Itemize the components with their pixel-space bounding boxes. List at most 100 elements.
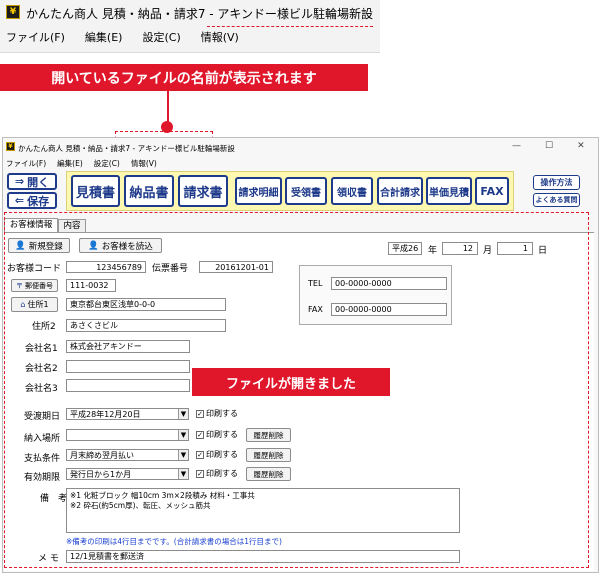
company2-label: 会社名2 (25, 364, 58, 374)
window-controls: — ☐ ✕ (512, 141, 585, 151)
remarks-label: 備 考 (40, 494, 68, 504)
maximize-icon[interactable]: ☐ (545, 141, 553, 151)
memo-label: メ モ (38, 554, 59, 564)
unit-price-quote-button[interactable]: 単価見積 (426, 177, 472, 205)
open-label: 開く (27, 175, 50, 189)
postal-code-field[interactable]: 111-0032 (66, 279, 116, 292)
customer-code-field[interactable]: 123456789 (66, 261, 146, 273)
delivery-place-select[interactable]: ▼ (66, 429, 189, 441)
company3-label: 会社名3 (25, 384, 58, 394)
slip-number-field[interactable]: 20161201-01 (199, 261, 273, 273)
fax-button[interactable]: FAX (475, 177, 509, 205)
help-button[interactable]: 操作方法 (533, 175, 580, 190)
zoom-menu: ファイル(F) 編集(E) 設定(C) 情報(V) (6, 29, 239, 45)
expiry-select[interactable]: 発行日から1か月 ▼ (66, 468, 189, 480)
invoice-detail-button[interactable]: 請求明細 (235, 177, 282, 205)
remarks-line: ※2 砕石(約5cm厚)、転圧、メッシュ筋共 (70, 501, 211, 510)
zoom-menu-settings[interactable]: 設定(C) (142, 29, 180, 45)
total-invoice-button[interactable]: 合計請求 (377, 177, 423, 205)
tel-field[interactable]: 00-0000-0000 (331, 277, 447, 290)
save-button[interactable]: ⇐ 保存 (7, 192, 57, 209)
postal-code-button[interactable]: 〒 郵便番号 (11, 279, 58, 292)
day-label: 日 (538, 246, 548, 256)
company1-field[interactable]: 株式会社アキンドー (66, 340, 190, 353)
memo-field[interactable]: 12/1見積書を郵送済 (66, 550, 460, 563)
receipt-ack-button[interactable]: 受領書 (285, 177, 327, 205)
banner-middle: ファイルが開きました (192, 368, 390, 396)
postal-code-label: 郵便番号 (25, 281, 53, 290)
month-value: 12 (462, 244, 473, 253)
delivery-button[interactable]: 納品書 (124, 175, 174, 207)
history-delete-button[interactable]: 履歴削除 (246, 467, 291, 481)
payment-terms-value: 月末締め翌月払い (70, 450, 134, 460)
quote-button[interactable]: 見積書 (71, 175, 120, 207)
chevron-down-icon[interactable]: ▼ (178, 469, 188, 479)
tel-label: TEL (308, 279, 323, 288)
contact-box (299, 265, 452, 325)
fax-field[interactable]: 00-0000-0000 (331, 303, 447, 316)
address2-label: 住所2 (32, 322, 56, 332)
customer-code-value: 123456789 (96, 262, 142, 272)
delivery-date-select[interactable]: 平成28年12月20日 ▼ (66, 408, 189, 420)
postal-icon: 〒 (16, 281, 23, 290)
company2-field[interactable] (66, 360, 190, 373)
close-icon[interactable]: ✕ (577, 141, 585, 151)
address1-button[interactable]: ⌂ 住所1 (11, 297, 58, 312)
print-checkbox[interactable]: ✓ (196, 410, 204, 418)
company3-field[interactable] (66, 379, 190, 392)
zoom-window-title: かんたん商人 見積・納品・請求7 - アキンドー様ビル駐輪場新設 (26, 7, 374, 21)
address2-field[interactable]: あさくさビル (66, 319, 226, 332)
new-register-label: 新規登録 (28, 241, 63, 252)
person-icon: 👤 (88, 240, 99, 251)
open-icon: ⇒ (14, 175, 25, 188)
zoom-menu-info[interactable]: 情報(V) (201, 29, 239, 45)
print-checkbox[interactable]: ✓ (196, 451, 204, 459)
history-delete-button[interactable]: 履歴削除 (246, 428, 291, 442)
menu-settings[interactable]: 設定(C) (94, 158, 120, 169)
banner-top-text: 開いているファイルの名前が表示されます (51, 70, 317, 87)
menu-info[interactable]: 情報(V) (131, 158, 157, 169)
print-label: 印刷する (206, 409, 238, 418)
print-label: 印刷する (206, 450, 238, 459)
load-customer-button[interactable]: 👤 お客様を読込 (79, 238, 162, 253)
address1-label: 住所1 (27, 300, 49, 309)
chevron-down-icon[interactable]: ▼ (178, 450, 188, 460)
new-register-button[interactable]: 👤 新規登録 (8, 238, 70, 253)
minimize-icon[interactable]: — (512, 141, 521, 151)
remarks-textarea[interactable]: ※1 化粧ブロック 幅10cm 3m×2段積み 材料・工事共 ※2 砕石(約5c… (66, 488, 460, 533)
print-label: 印刷する (206, 430, 238, 439)
address1-field[interactable]: 東京都台東区浅草0-0-0 (66, 298, 226, 311)
payment-terms-select[interactable]: 月末締め翌月払い ▼ (66, 449, 189, 461)
chevron-down-icon[interactable]: ▼ (178, 430, 188, 440)
company1-label: 会社名1 (25, 344, 58, 354)
slip-number-value: 20161201-01 (215, 262, 269, 272)
zoom-title-highlight (207, 24, 373, 27)
zoom-menu-file[interactable]: ファイル(F) (6, 29, 65, 45)
zoom-menu-edit[interactable]: 編集(E) (85, 29, 123, 45)
faq-button[interactable]: よくある質問 (533, 193, 580, 207)
menu-edit[interactable]: 編集(E) (57, 158, 83, 169)
print-checkbox[interactable]: ✓ (196, 470, 204, 478)
invoice-button[interactable]: 請求書 (178, 175, 228, 207)
window-title: かんたん商人 見積・納品・請求7 - アキンドー様ビル駐輪場新設 (18, 144, 235, 153)
day-field[interactable]: 1 (497, 242, 533, 255)
history-delete-button[interactable]: 履歴削除 (246, 448, 291, 462)
day-value: 1 (522, 244, 528, 253)
row-label-delivery-date: 受渡期日 (24, 412, 61, 422)
menu-file[interactable]: ファイル(F) (6, 158, 46, 169)
row-label-delivery-place: 納入場所 (24, 434, 61, 444)
load-customer-label: お客様を読込 (101, 241, 153, 252)
row-label-payment: 支払条件 (24, 454, 61, 464)
delivery-date-value: 平成28年12月20日 (70, 409, 141, 419)
open-button[interactable]: ⇒ 開く (7, 173, 57, 190)
chevron-down-icon[interactable]: ▼ (178, 409, 188, 419)
era-year-field[interactable]: 平成26 (388, 242, 422, 255)
print-checkbox[interactable]: ✓ (196, 431, 204, 439)
app-icon-small: ¥ (6, 142, 15, 151)
remarks-note: ※備考の印刷は4行目までです。(合計請求書の場合は1行目まで) (66, 537, 282, 546)
receipt-button[interactable]: 領収書 (331, 177, 373, 205)
row-label-expiry: 有効期限 (24, 473, 61, 483)
callout-line (167, 91, 169, 125)
person-icon: 👤 (15, 240, 26, 251)
month-field[interactable]: 12 (442, 242, 478, 255)
